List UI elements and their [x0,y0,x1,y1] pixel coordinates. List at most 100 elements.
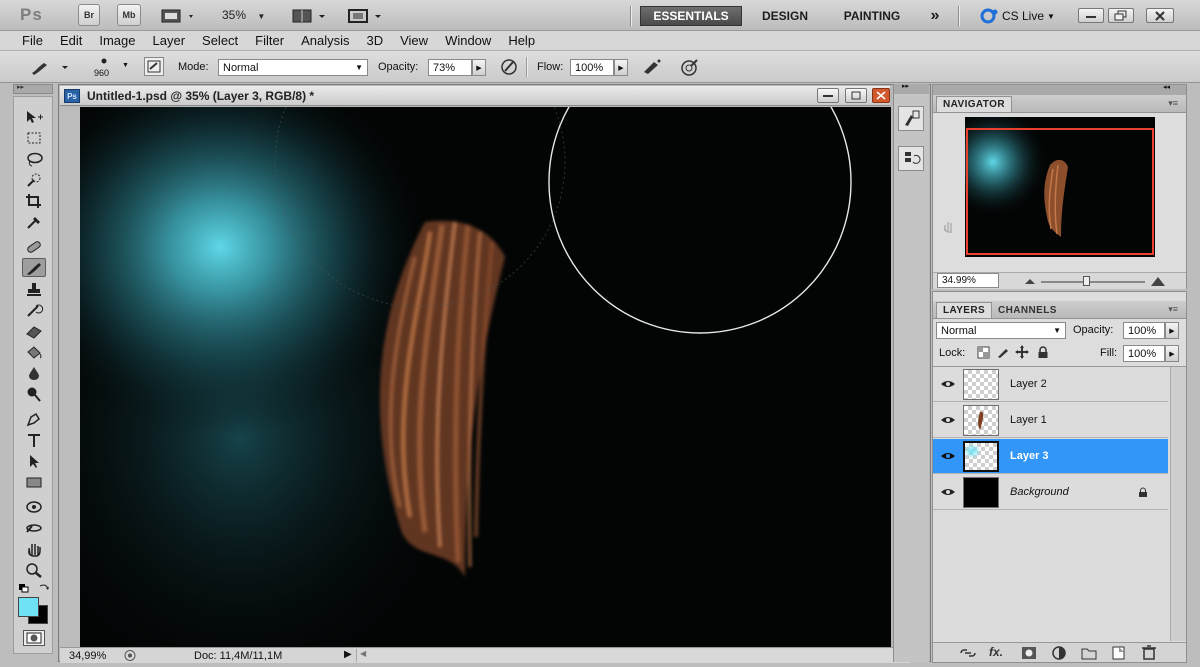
flow-slider-button[interactable]: ▶ [614,59,628,76]
pen-tool[interactable] [22,409,46,428]
navigator-panel-header[interactable]: ◂◂ [933,84,1186,95]
brush-tool[interactable] [22,258,46,277]
lasso-tool[interactable] [22,149,46,168]
brush-panel-toggle[interactable] [144,57,164,76]
quick-mask-button[interactable] [23,630,45,646]
dock-header[interactable]: ▸▸ [894,83,929,94]
tool-presets-panel-button[interactable] [898,106,924,131]
status-menu-arrow-icon[interactable]: ▶ [344,649,352,660]
menu-3d[interactable]: 3D [366,33,383,48]
horizontal-scrollbar[interactable]: ◀ [356,649,906,662]
layer-row-background[interactable]: Background [933,475,1168,510]
visibility-eye-icon[interactable] [938,487,958,497]
tab-layers[interactable]: LAYERS [936,302,993,318]
foreground-color-swatch[interactable] [18,597,39,617]
navigator-zoom-slider[interactable] [1041,281,1145,283]
bridge-button[interactable]: Br [78,4,100,26]
menu-view[interactable]: View [400,33,428,48]
artwork-canvas[interactable] [80,107,891,647]
workspace-essentials-button[interactable]: ESSENTIALS [640,6,742,26]
healing-brush-tool[interactable] [22,237,46,256]
more-workspaces-button[interactable]: » [922,6,948,26]
pressure-opacity-button[interactable] [498,57,520,77]
doc-restore-button[interactable] [845,88,867,103]
crop-tool[interactable] [22,191,46,210]
clone-stamp-tool[interactable] [22,279,46,298]
type-tool[interactable] [22,430,46,449]
default-colors-button[interactable] [18,583,30,593]
visibility-eye-icon[interactable] [938,415,958,425]
trash-icon[interactable] [1141,645,1157,660]
menu-layer[interactable]: Layer [153,33,186,48]
marquee-tool[interactable] [22,128,46,147]
navigator-thumbnail[interactable] [965,117,1155,257]
panel-menu-icon[interactable]: ▾≡ [1168,304,1178,315]
menu-file[interactable]: File [22,33,43,48]
lock-all-icon[interactable] [1037,346,1049,359]
panel-menu-icon[interactable]: ▾≡ [1168,98,1178,109]
zoom-readout[interactable]: 34,99% [69,650,106,662]
paint-bucket-tool[interactable] [22,342,46,361]
layer-row-layer-2[interactable]: Layer 2 [933,367,1168,402]
menu-select[interactable]: Select [202,33,238,48]
rectangle-tool[interactable] [22,472,46,491]
layer-opacity-field[interactable]: 100% [1123,322,1165,339]
restore-button[interactable] [1108,8,1134,23]
move-tool[interactable] [22,107,46,126]
menu-analysis[interactable]: Analysis [301,33,349,48]
pressure-size-button[interactable] [678,57,700,77]
screen-mode-button[interactable] [348,8,386,24]
status-info-button[interactable] [122,649,138,662]
close-button[interactable] [1146,8,1174,23]
eyedropper-tool[interactable] [22,212,46,231]
blur-tool[interactable] [22,363,46,382]
lock-position-icon[interactable] [1015,345,1029,359]
layers-scrollbar[interactable] [1170,366,1186,641]
airbrush-button[interactable] [640,57,664,77]
new-layer-icon[interactable] [1111,646,1127,660]
flow-field[interactable]: 100% [570,59,614,76]
quick-selection-tool[interactable] [22,170,46,189]
visibility-eye-icon[interactable] [938,379,958,389]
doc-minimize-button[interactable] [817,88,839,103]
brush-preset-picker[interactable]: 960 ▼ [90,54,130,80]
fill-slider-button[interactable]: ▶ [1165,345,1179,362]
swap-colors-button[interactable] [38,582,50,594]
history-panel-button[interactable] [898,146,924,171]
cs-live-button[interactable]: CS Live ▼ [980,8,1055,24]
3d-orbit-tool[interactable] [22,518,46,537]
navigator-zoom-field[interactable]: 34.99% [937,273,999,288]
tools-panel-header[interactable]: ▸▸ [13,84,53,94]
tool-preset-picker[interactable] [28,57,72,77]
menu-help[interactable]: Help [508,33,535,48]
menu-edit[interactable]: Edit [60,33,82,48]
eraser-tool[interactable] [22,321,46,340]
link-layers-icon[interactable] [959,647,977,659]
arrange-documents-button[interactable] [292,8,330,24]
layer-opacity-slider-button[interactable]: ▶ [1165,322,1179,339]
lock-transparent-icon[interactable] [977,346,991,359]
adjustment-layer-icon[interactable] [1051,646,1067,660]
view-extras-menu[interactable] [160,8,198,24]
3d-rotate-tool[interactable] [22,497,46,516]
mini-bridge-button[interactable]: Mb [117,4,141,26]
menu-filter[interactable]: Filter [255,33,284,48]
new-group-icon[interactable] [1081,646,1097,660]
tab-navigator[interactable]: NAVIGATOR [936,96,1012,112]
visibility-eye-icon[interactable] [938,451,958,461]
layer-style-icon[interactable]: fx. [989,645,1003,659]
tab-channels[interactable]: CHANNELS [992,303,1063,318]
lock-image-icon[interactable] [996,346,1010,359]
zoom-in-icon[interactable] [1149,274,1167,288]
opacity-field[interactable]: 73% [428,59,472,76]
minimize-button[interactable] [1078,8,1104,23]
zoom-tool[interactable] [22,560,46,579]
path-selection-tool[interactable] [22,451,46,470]
zoom-out-icon[interactable] [1023,276,1037,286]
workspace-painting-button[interactable]: PAINTING [832,6,912,26]
dodge-tool[interactable] [22,384,46,403]
layer-row-layer-3[interactable]: Layer 3 [933,439,1168,474]
menu-image[interactable]: Image [99,33,135,48]
workspace-design-button[interactable]: DESIGN [752,6,818,26]
history-brush-tool[interactable] [22,300,46,319]
